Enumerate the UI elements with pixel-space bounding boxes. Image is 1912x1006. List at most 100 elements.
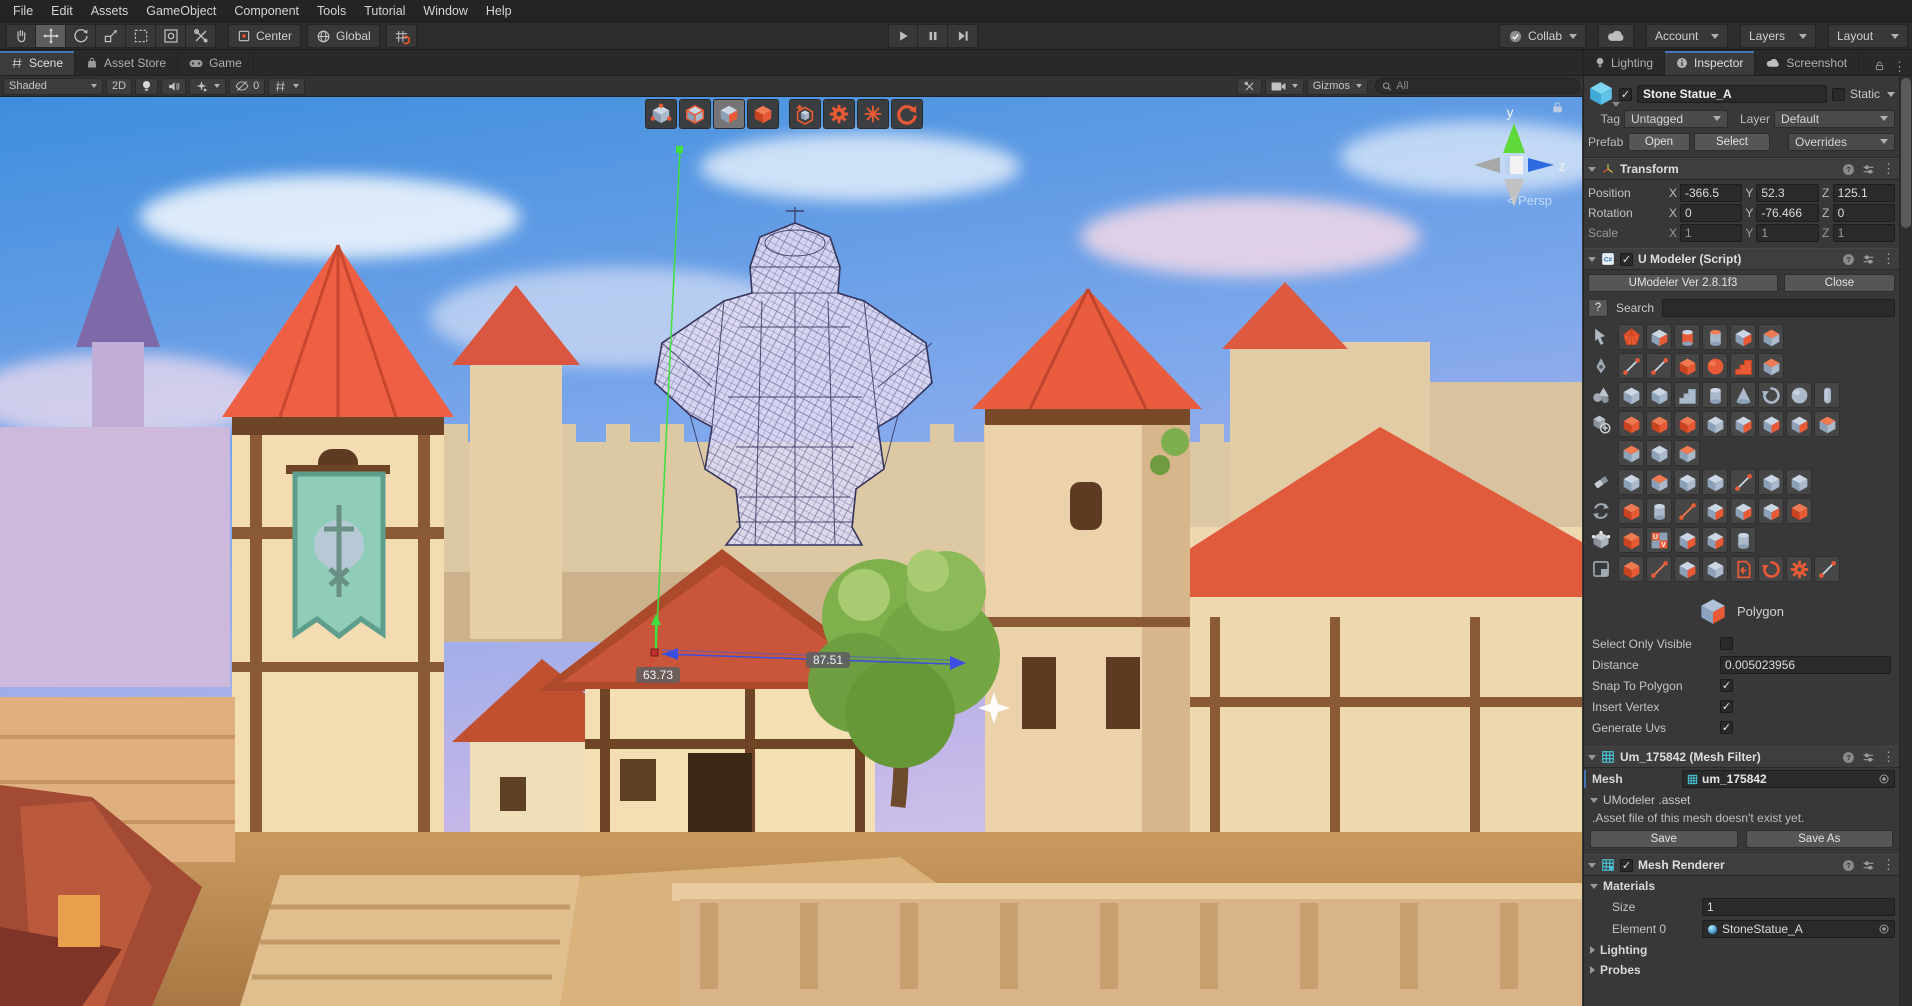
- save-as-button[interactable]: Save As: [1745, 830, 1893, 848]
- tag-dropdown[interactable]: Untagged: [1624, 109, 1728, 128]
- mesh-renderer-enabled-checkbox[interactable]: ✓: [1620, 858, 1633, 872]
- probes-foldout[interactable]: Probes: [1584, 960, 1899, 980]
- tab-scene[interactable]: Scene: [0, 51, 76, 75]
- pivot-toggle-button[interactable]: Center: [228, 24, 302, 48]
- scene-search-box[interactable]: [1375, 78, 1580, 94]
- multi-extrude-tool[interactable]: [1786, 411, 1812, 437]
- project-uv-tool[interactable]: [1674, 527, 1700, 553]
- prefab-overrides-dropdown[interactable]: Overrides: [1788, 132, 1895, 151]
- smooth-tool[interactable]: [1646, 469, 1672, 495]
- pause-button[interactable]: [918, 24, 948, 48]
- static-checkbox[interactable]: [1831, 87, 1845, 101]
- spiral-primitive[interactable]: [1758, 382, 1784, 408]
- add-shape-button[interactable]: [789, 99, 821, 129]
- rect-tool-icon[interactable]: [126, 24, 156, 48]
- prefab-open-button[interactable]: Open: [1628, 132, 1690, 151]
- umodeler-asset-foldout[interactable]: UModeler .asset: [1584, 790, 1899, 810]
- inspector-lock-icon[interactable]: [1874, 60, 1885, 75]
- inspector-scrollbar[interactable]: [1899, 76, 1912, 1006]
- cone-primitive[interactable]: [1730, 382, 1756, 408]
- tab-game[interactable]: Game: [178, 51, 254, 75]
- cut-uv-tool[interactable]: [1618, 527, 1644, 553]
- umodeler-settings-button[interactable]: [823, 99, 855, 129]
- menu-item[interactable]: Help: [477, 0, 521, 22]
- collab-dropdown[interactable]: Collab: [1498, 24, 1586, 48]
- tab-lighting[interactable]: Lighting: [1584, 51, 1666, 75]
- menu-item[interactable]: GameObject: [137, 0, 225, 22]
- gameobject-active-checkbox[interactable]: ✓: [1619, 87, 1632, 101]
- umodeler-enabled-checkbox[interactable]: ✓: [1620, 252, 1633, 266]
- gap-cylinder-tool[interactable]: [1674, 324, 1700, 350]
- normal-edit-tool[interactable]: [1674, 556, 1700, 582]
- capsule-primitive[interactable]: [1814, 382, 1840, 408]
- account-dropdown[interactable]: Account: [1646, 24, 1728, 48]
- primitive-tools-icon[interactable]: [1586, 382, 1616, 408]
- layer-dropdown[interactable]: Default: [1774, 109, 1895, 128]
- play-button[interactable]: [888, 24, 918, 48]
- scene-viewport[interactable]: 63.73 87.51 y z < Persp: [0, 97, 1582, 1006]
- rotate-tool-icon[interactable]: [66, 24, 96, 48]
- mesh-filter-header[interactable]: Um_175842 (Mesh Filter) ? ⋮: [1584, 746, 1899, 768]
- select-only-visible-checkbox[interactable]: [1720, 637, 1733, 650]
- custom-tool-icon[interactable]: [186, 24, 216, 48]
- box-uv-tool[interactable]: [1702, 527, 1728, 553]
- select-tools-icon[interactable]: [1586, 324, 1616, 350]
- reset-transform-tool[interactable]: [1758, 556, 1784, 582]
- umodeler-search-input[interactable]: [1662, 299, 1895, 317]
- umodeler-help-button[interactable]: ?: [1588, 299, 1608, 317]
- static-dropdown-icon[interactable]: [1887, 91, 1895, 97]
- scale-x-field[interactable]: 1: [1680, 224, 1743, 242]
- 2d-toggle[interactable]: 2D: [106, 77, 133, 95]
- insert-vertex-checkbox[interactable]: ✓: [1720, 700, 1733, 713]
- object-picker-icon[interactable]: [1878, 923, 1890, 935]
- edge-mode-button[interactable]: [679, 99, 711, 129]
- element0-field[interactable]: StoneStatue_A: [1702, 920, 1895, 938]
- draw-tools-icon[interactable]: [1586, 353, 1616, 379]
- transform-tool-icon[interactable]: [156, 24, 186, 48]
- scene-search-input[interactable]: [1396, 80, 1573, 92]
- rotation-y-field[interactable]: -76.466: [1756, 204, 1819, 222]
- move-tool-icon[interactable]: [36, 24, 66, 48]
- gizmos-dropdown[interactable]: Gizmos: [1306, 77, 1368, 95]
- rotation-x-field[interactable]: 0: [1680, 204, 1743, 222]
- add-shape-tool[interactable]: [1618, 556, 1644, 582]
- face-mode-button[interactable]: [713, 99, 745, 129]
- menu-item[interactable]: Tutorial: [355, 0, 414, 22]
- disc-draw-tool[interactable]: [1702, 353, 1728, 379]
- array-tool[interactable]: [1646, 440, 1672, 466]
- transform-tools-icon[interactable]: [1586, 498, 1616, 524]
- inspector-menu-icon[interactable]: ⋮: [1893, 59, 1906, 75]
- rect-draw-tool[interactable]: [1674, 353, 1700, 379]
- vertex-path-tool[interactable]: [1674, 498, 1700, 524]
- hand-tool-icon[interactable]: [6, 24, 36, 48]
- materials-foldout[interactable]: Materials: [1584, 876, 1899, 896]
- scale-tool-icon[interactable]: [96, 24, 126, 48]
- uv-tools-icon[interactable]: [1586, 527, 1616, 553]
- scene-visibility-toggle[interactable]: 0: [229, 77, 266, 95]
- grid-snap-button[interactable]: [385, 24, 417, 48]
- tab-asset-store[interactable]: Asset Store: [75, 51, 179, 75]
- scene-tools-button[interactable]: [1236, 77, 1262, 95]
- umodeler-close-button[interactable]: Close: [1784, 274, 1895, 292]
- line-draw-tool[interactable]: [1618, 353, 1644, 379]
- distance-field[interactable]: 0.005023956: [1720, 655, 1891, 674]
- reset-rotate-button[interactable]: [891, 99, 923, 129]
- diagnose-tool[interactable]: [1814, 556, 1840, 582]
- scene-grid-dropdown[interactable]: [268, 77, 306, 95]
- tab-screenshot[interactable]: Screenshot: [1755, 51, 1860, 75]
- stairs-primitive[interactable]: [1674, 382, 1700, 408]
- tab-inspector[interactable]: Inspector: [1665, 51, 1756, 75]
- materials-size-field[interactable]: 1: [1702, 898, 1895, 916]
- scene-lighting-toggle[interactable]: [135, 77, 159, 95]
- mesh-renderer-header[interactable]: ✓ Mesh Renderer ? ⋮: [1584, 854, 1899, 876]
- material-fill-tool[interactable]: [1618, 498, 1644, 524]
- polyhedron-select-tool[interactable]: [1618, 324, 1644, 350]
- scale-y-field[interactable]: 1: [1756, 224, 1819, 242]
- modify-tools-icon[interactable]: [1586, 411, 1616, 437]
- inset-tool[interactable]: [1730, 411, 1756, 437]
- object-picker-icon[interactable]: [1878, 773, 1890, 785]
- swirl-cube-tool[interactable]: [1730, 324, 1756, 350]
- flatten-tool[interactable]: [1618, 469, 1644, 495]
- cylinder-uv-tool[interactable]: [1730, 527, 1756, 553]
- arch-tool[interactable]: [1814, 411, 1840, 437]
